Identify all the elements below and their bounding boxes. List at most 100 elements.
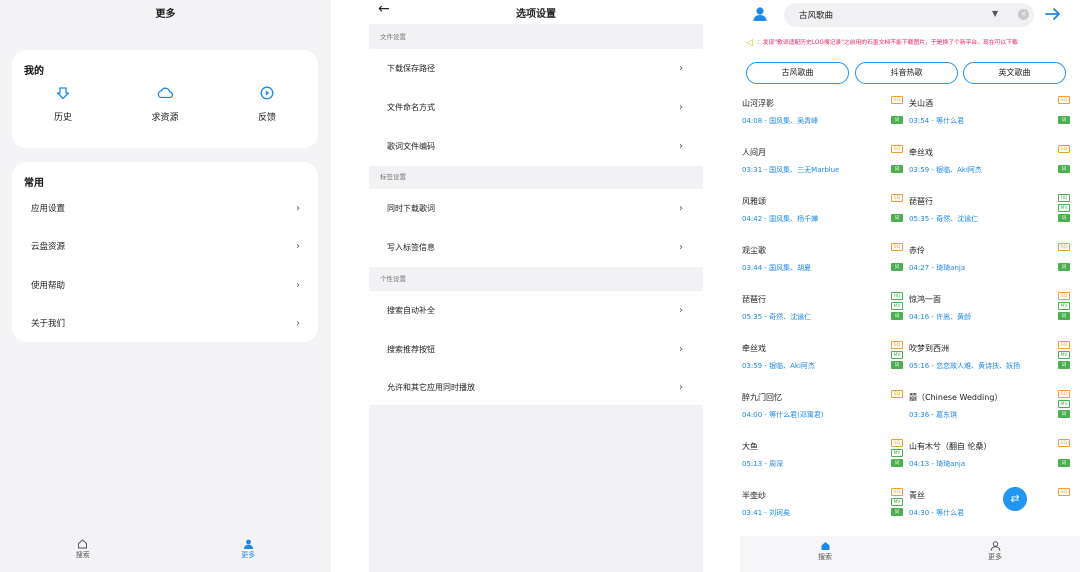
search-autocomplete-row[interactable]: 搜索自动补全 › bbox=[369, 291, 703, 330]
more-screen: 更多 我的 历史 求资源 反馈 常用 应用设置 › 云盘资源 › 使用帮助 › … bbox=[0, 0, 331, 572]
sq-badge: SQ bbox=[891, 390, 903, 398]
lrc-badge: 词 bbox=[891, 116, 903, 124]
row-label: 云盘资源 bbox=[31, 242, 66, 252]
home-icon bbox=[78, 539, 88, 549]
song-title: 醉九门回忆 bbox=[742, 393, 782, 402]
chip-english-songs[interactable]: 英文歌曲 bbox=[963, 62, 1066, 84]
song-meta: 05:35 - 奇然、沈谧仁 bbox=[742, 313, 812, 321]
mv-badge: MV bbox=[1058, 351, 1070, 359]
song-item[interactable]: 囍（Chinese Wedding） 03:36 - 葛东琪 SQ MV 词 bbox=[907, 390, 1072, 438]
download-lyrics-row[interactable]: 同时下载歌词 › bbox=[369, 189, 703, 228]
nav-search[interactable]: 搜索 bbox=[0, 534, 166, 572]
row-label: 同时下载歌词 bbox=[387, 204, 435, 213]
common-card: 常用 应用设置 › 云盘资源 › 使用帮助 › 关于我们 › bbox=[12, 162, 318, 342]
person-icon bbox=[243, 539, 253, 549]
song-meta: 03:41 - 刘珂矣 bbox=[742, 509, 791, 517]
options-screen: ← 选项设置 文件设置 下载保存路径 › 文件命名方式 › 歌词文件编码 › 标… bbox=[369, 0, 703, 572]
quality-tags: SQ MV 词 bbox=[891, 341, 903, 371]
hq-badge: HQ bbox=[891, 292, 903, 300]
swap-icon[interactable]: ⇄ bbox=[1003, 487, 1027, 511]
song-meta: 04:08 - 国风集、吴青峰 bbox=[742, 117, 819, 125]
person-icon bbox=[990, 541, 1000, 551]
song-item[interactable]: 吹梦到西洲 05:16 - 恋恋故人难、黄诗扶、妖扬 SQ MV 词 bbox=[907, 341, 1072, 389]
feedback-label: 反馈 bbox=[257, 113, 276, 123]
song-title: 人间月 bbox=[742, 148, 766, 157]
nav-more[interactable]: 更多 bbox=[910, 536, 1080, 572]
arrow-right-icon[interactable] bbox=[1044, 5, 1062, 23]
search-recommend-row[interactable]: 搜索推荐按钮 › bbox=[369, 330, 703, 369]
song-item[interactable]: 醉九门回忆 04:00 - 等什么君(邓寓君) SQ bbox=[740, 390, 905, 438]
song-title: 琵琶行 bbox=[742, 295, 766, 304]
song-item[interactable]: 半壶纱 03:41 - 刘珂矣 SQ MV 词 bbox=[740, 488, 905, 536]
quality-tags: SQ 词 bbox=[1058, 145, 1070, 175]
history-button[interactable]: 历史 bbox=[18, 86, 108, 123]
chip-douyin-hits[interactable]: 抖音热歌 bbox=[855, 62, 958, 84]
clear-icon[interactable]: × bbox=[1018, 9, 1029, 20]
song-item[interactable]: 赤伶 04:27 - 琦琦anja SQ 词 bbox=[907, 243, 1072, 291]
quality-tags: HQ MV 词 bbox=[891, 292, 903, 322]
file-naming-row[interactable]: 文件命名方式 › bbox=[369, 88, 703, 127]
sq-badge: SQ bbox=[1058, 243, 1070, 251]
chevron-right-icon: › bbox=[679, 102, 683, 113]
song-item[interactable]: 山河浮影 04:08 - 国风集、吴青峰 SQ 词 bbox=[740, 96, 905, 144]
mix-playback-row[interactable]: 允许和其它应用同时播放 › bbox=[369, 368, 703, 407]
request-resource-button[interactable]: 求资源 bbox=[120, 86, 210, 123]
section-header: 个性设置 bbox=[369, 268, 703, 290]
user-icon[interactable] bbox=[752, 6, 768, 22]
download-path-row[interactable]: 下载保存路径 › bbox=[369, 49, 703, 88]
lrc-badge: 词 bbox=[891, 214, 903, 222]
cloud-resource-row[interactable]: 云盘资源 › bbox=[12, 227, 318, 265]
song-item[interactable]: 牵丝戏 03:59 - 银临、Aki阿杰 SQ MV 词 bbox=[740, 341, 905, 389]
sq-badge: SQ bbox=[891, 145, 903, 153]
help-row[interactable]: 使用帮助 › bbox=[12, 266, 318, 304]
song-item[interactable]: 琵琶行 05:35 - 奇然、沈谧仁 HQ MV 词 bbox=[907, 194, 1072, 242]
mv-badge: MV bbox=[891, 351, 903, 359]
feedback-button[interactable]: 反馈 bbox=[222, 86, 312, 123]
sq-badge: SQ bbox=[1058, 341, 1070, 349]
nav-label: 更多 bbox=[241, 551, 256, 559]
song-meta: 05:35 - 奇然、沈谧仁 bbox=[909, 215, 979, 223]
lrc-badge: 词 bbox=[891, 263, 903, 271]
song-title: 赤伶 bbox=[909, 246, 925, 255]
song-item[interactable]: 惊鸿一面 04:16 - 许嵩、黄龄 SQ MV 词 bbox=[907, 292, 1072, 340]
sq-badge: SQ bbox=[1058, 488, 1070, 496]
notice-bar[interactable]: ◁ ：发现"歌词适配历史LOG搜记录"之前用的石墨文档不能下载图片，于是换了个新平… bbox=[746, 37, 1080, 51]
dropdown-caret-icon[interactable]: ▼ bbox=[992, 9, 998, 18]
nav-more[interactable]: 更多 bbox=[166, 534, 332, 572]
song-meta: 03:31 - 国风集、三无Marblue bbox=[742, 166, 840, 174]
mine-heading: 我的 bbox=[24, 66, 44, 77]
song-item[interactable]: 青丝 04:30 - 等什么君 SQ bbox=[907, 488, 1072, 536]
song-meta: 04:27 - 琦琦anja bbox=[909, 264, 966, 272]
nav-search[interactable]: 搜索 bbox=[740, 536, 910, 572]
home-icon bbox=[821, 542, 829, 550]
speaker-icon: ◁ bbox=[746, 38, 753, 48]
song-item[interactable]: 牵丝戏 03:59 - 银临、Aki阿杰 SQ 词 bbox=[907, 145, 1072, 193]
chevron-right-icon: › bbox=[296, 202, 300, 214]
mv-badge: MV bbox=[891, 302, 903, 310]
quality-tags: SQ 词 bbox=[1058, 96, 1070, 126]
sq-badge: SQ bbox=[891, 243, 903, 251]
song-item[interactable]: 关山酒 03:54 - 等什么君 SQ 词 bbox=[907, 96, 1072, 144]
quality-tags: SQ 词 bbox=[891, 96, 903, 126]
song-item[interactable]: 大鱼 05:13 - 周深 SQ MV 词 bbox=[740, 439, 905, 487]
search-input[interactable]: 古风歌曲 ▼ × bbox=[784, 3, 1034, 27]
song-item[interactable]: 山有木兮（翻自 伦桑） 04:13 - 琦琦anja SQ 词 bbox=[907, 439, 1072, 487]
hq-badge: HQ bbox=[1058, 194, 1070, 202]
song-item[interactable]: 琵琶行 05:35 - 奇然、沈谧仁 HQ MV 词 bbox=[740, 292, 905, 340]
write-tags-row[interactable]: 写入标签信息 › bbox=[369, 228, 703, 267]
song-item[interactable]: 人间月 03:31 - 国风集、三无Marblue SQ 词 bbox=[740, 145, 905, 193]
about-row[interactable]: 关于我们 › bbox=[12, 304, 318, 342]
app-settings-row[interactable]: 应用设置 › bbox=[12, 189, 318, 227]
song-meta: 03:59 - 银临、Aki阿杰 bbox=[909, 166, 982, 174]
song-item[interactable]: 风雅颂 04:42 - 国风集、杨千嬅 SQ 词 bbox=[740, 194, 905, 242]
chevron-right-icon: › bbox=[679, 141, 683, 152]
song-item[interactable]: 观尘歌 03:44 - 国风集、胡夏 SQ 词 bbox=[740, 243, 905, 291]
nav-label: 搜索 bbox=[75, 551, 90, 559]
song-title: 关山酒 bbox=[909, 99, 933, 108]
bottom-nav: 搜索 更多 bbox=[740, 536, 1080, 572]
song-meta: 03:54 - 等什么君 bbox=[909, 117, 965, 125]
chip-ancient-songs[interactable]: 古风歌曲 bbox=[746, 62, 849, 84]
row-label: 使用帮助 bbox=[31, 281, 66, 291]
lrc-badge: 词 bbox=[1058, 116, 1070, 124]
lyric-encoding-row[interactable]: 歌词文件编码 › bbox=[369, 127, 703, 166]
